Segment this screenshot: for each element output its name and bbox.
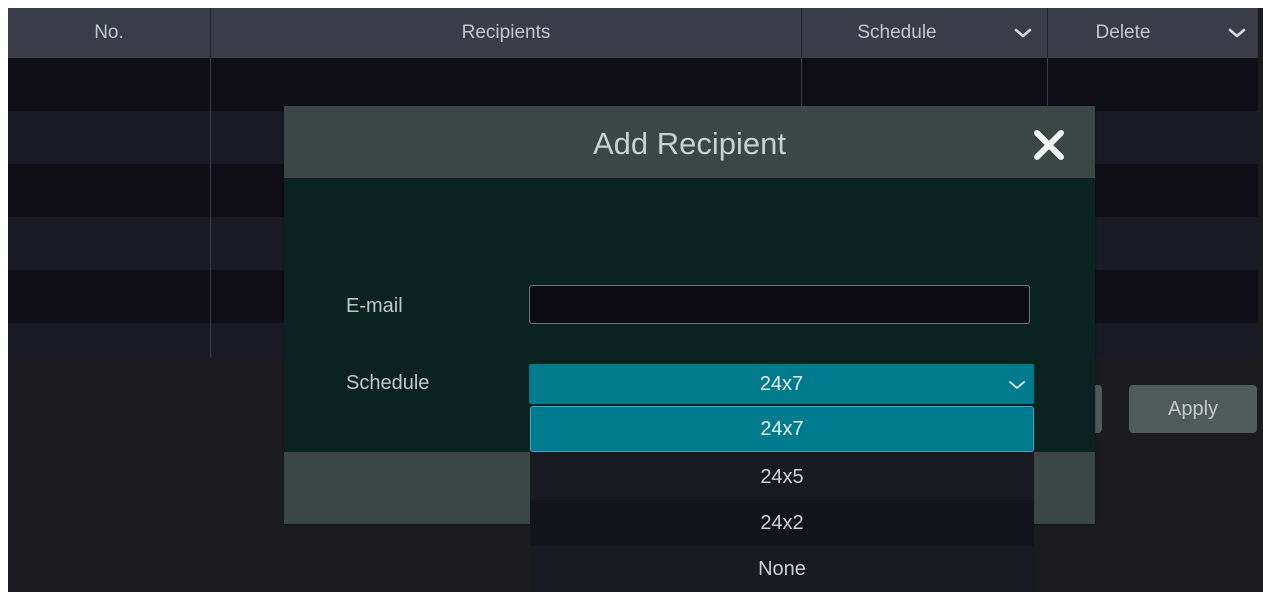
chevron-down-icon bbox=[1008, 364, 1026, 404]
email-settings-panel: No. Recipients Schedule Delete Apply Add… bbox=[8, 8, 1263, 592]
dialog-title: Add Recipient bbox=[592, 126, 786, 161]
schedule-option-24x7[interactable]: 24x7 bbox=[530, 406, 1034, 452]
table-row bbox=[8, 58, 1258, 111]
schedule-dropdown-list: 24x7 24x5 24x2 None bbox=[530, 406, 1034, 592]
column-header-schedule[interactable]: Schedule bbox=[802, 8, 1048, 58]
email-label: E-mail bbox=[346, 295, 403, 317]
column-header-delete[interactable]: Delete bbox=[1048, 8, 1258, 58]
schedule-select[interactable]: 24x7 bbox=[529, 364, 1034, 404]
table-header: No. Recipients Schedule Delete bbox=[8, 8, 1258, 58]
apply-button[interactable]: Apply bbox=[1129, 385, 1257, 433]
schedule-selected-value: 24x7 bbox=[759, 373, 804, 395]
schedule-label: Schedule bbox=[346, 372, 430, 394]
column-header-no: No. bbox=[8, 8, 211, 58]
schedule-option-24x2[interactable]: 24x2 bbox=[530, 500, 1034, 546]
chevron-down-icon[interactable] bbox=[1222, 8, 1252, 58]
column-header-delete-label: Delete bbox=[1095, 22, 1151, 43]
chevron-down-icon[interactable] bbox=[1008, 8, 1038, 58]
schedule-option-24x5[interactable]: 24x5 bbox=[530, 454, 1034, 500]
column-header-recipients: Recipients bbox=[211, 8, 802, 58]
schedule-option-none[interactable]: None bbox=[530, 546, 1034, 592]
close-icon[interactable] bbox=[1032, 128, 1066, 162]
column-header-schedule-label: Schedule bbox=[857, 22, 937, 43]
column-divider bbox=[210, 58, 211, 358]
email-field[interactable] bbox=[529, 285, 1030, 324]
